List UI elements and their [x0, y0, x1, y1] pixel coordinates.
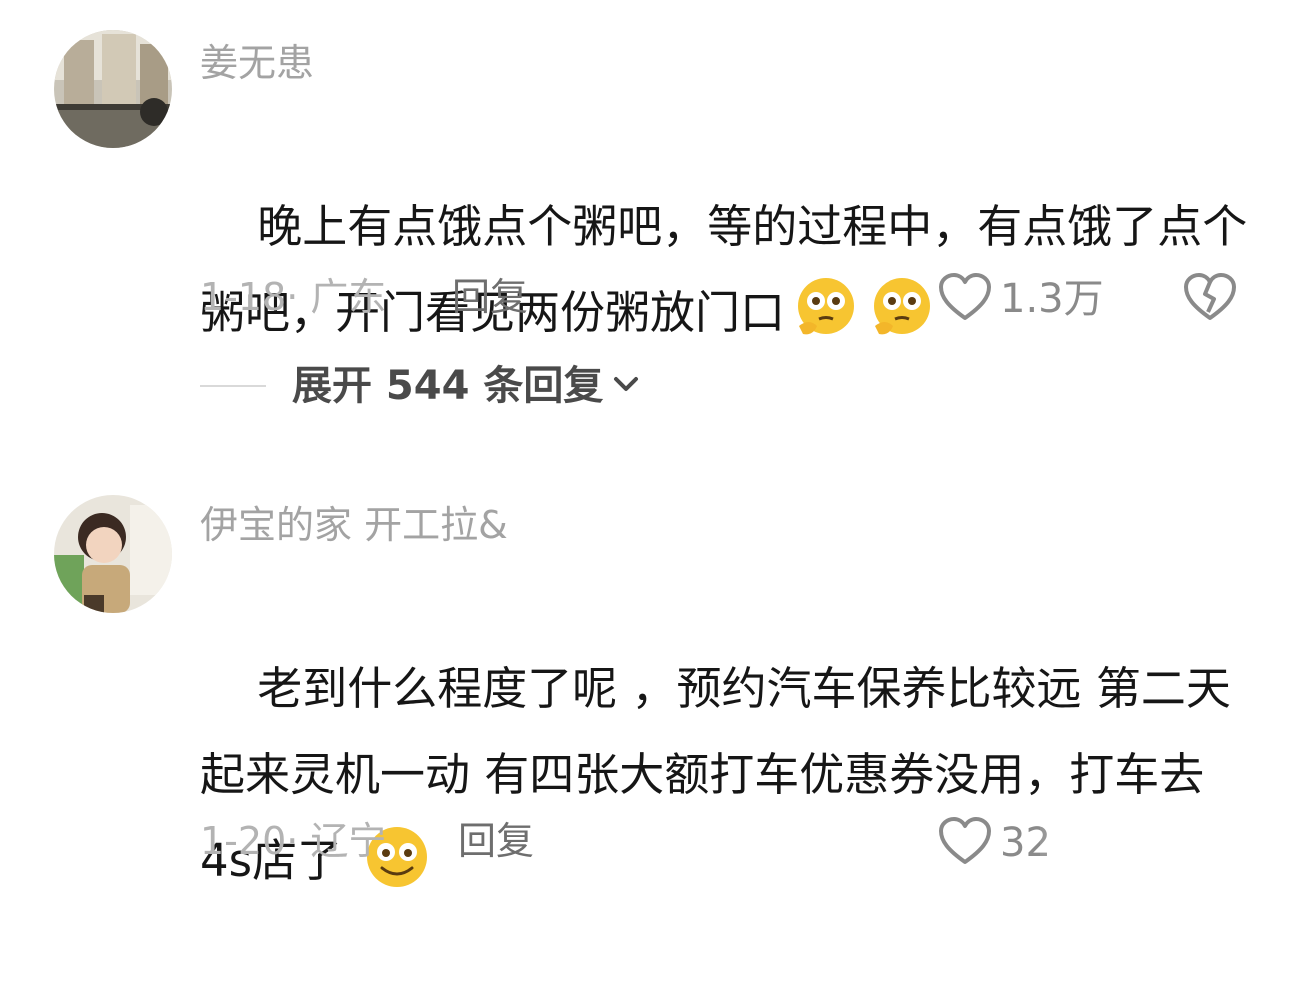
comment-item: 伊宝的家 开工拉& 老到什么程度了呢 ，预约汽车保养比较远 第二天起来灵机一动 …: [0, 480, 1290, 887]
chevron-down-icon: [613, 375, 639, 397]
dislike-button[interactable]: [1183, 272, 1237, 326]
broken-heart-icon: [1183, 273, 1237, 326]
like-button[interactable]: 32: [938, 816, 1051, 870]
username[interactable]: 伊宝的家 开工拉&: [200, 506, 508, 544]
like-count: 1.3万: [1000, 276, 1104, 322]
heart-icon: [938, 816, 992, 870]
heart-icon: [938, 272, 992, 326]
thinking-face-emoji-icon: [867, 274, 937, 344]
avatar[interactable]: [54, 30, 172, 148]
thinking-face-emoji-icon: [791, 274, 861, 344]
reply-button[interactable]: 回复: [452, 278, 528, 316]
expand-replies-label: 展开 544 条回复: [292, 363, 604, 409]
avatar[interactable]: [54, 495, 172, 613]
reply-button[interactable]: 回复: [458, 822, 534, 860]
comment-date-location: 1-18· 广东: [200, 275, 387, 319]
username[interactable]: 姜无患: [200, 44, 314, 82]
comment-item: 姜无患 晚上有点饿点个粥吧，等的过程中，有点饿了点个粥吧，开门看见两份粥放门口 …: [0, 0, 1290, 450]
comment-date-location: 1-20· 辽宁: [200, 819, 387, 863]
like-button[interactable]: 1.3万: [938, 272, 1104, 326]
expand-replies-button[interactable]: 展开 544 条回复: [200, 366, 639, 406]
watermark-overlay: [1040, 815, 1290, 867]
comment-text: 老到什么程度了呢 ，预约汽车保养比较远 第二天起来灵机一动 有四张大额打车优惠券…: [200, 560, 1240, 990]
divider-line: [200, 385, 266, 387]
